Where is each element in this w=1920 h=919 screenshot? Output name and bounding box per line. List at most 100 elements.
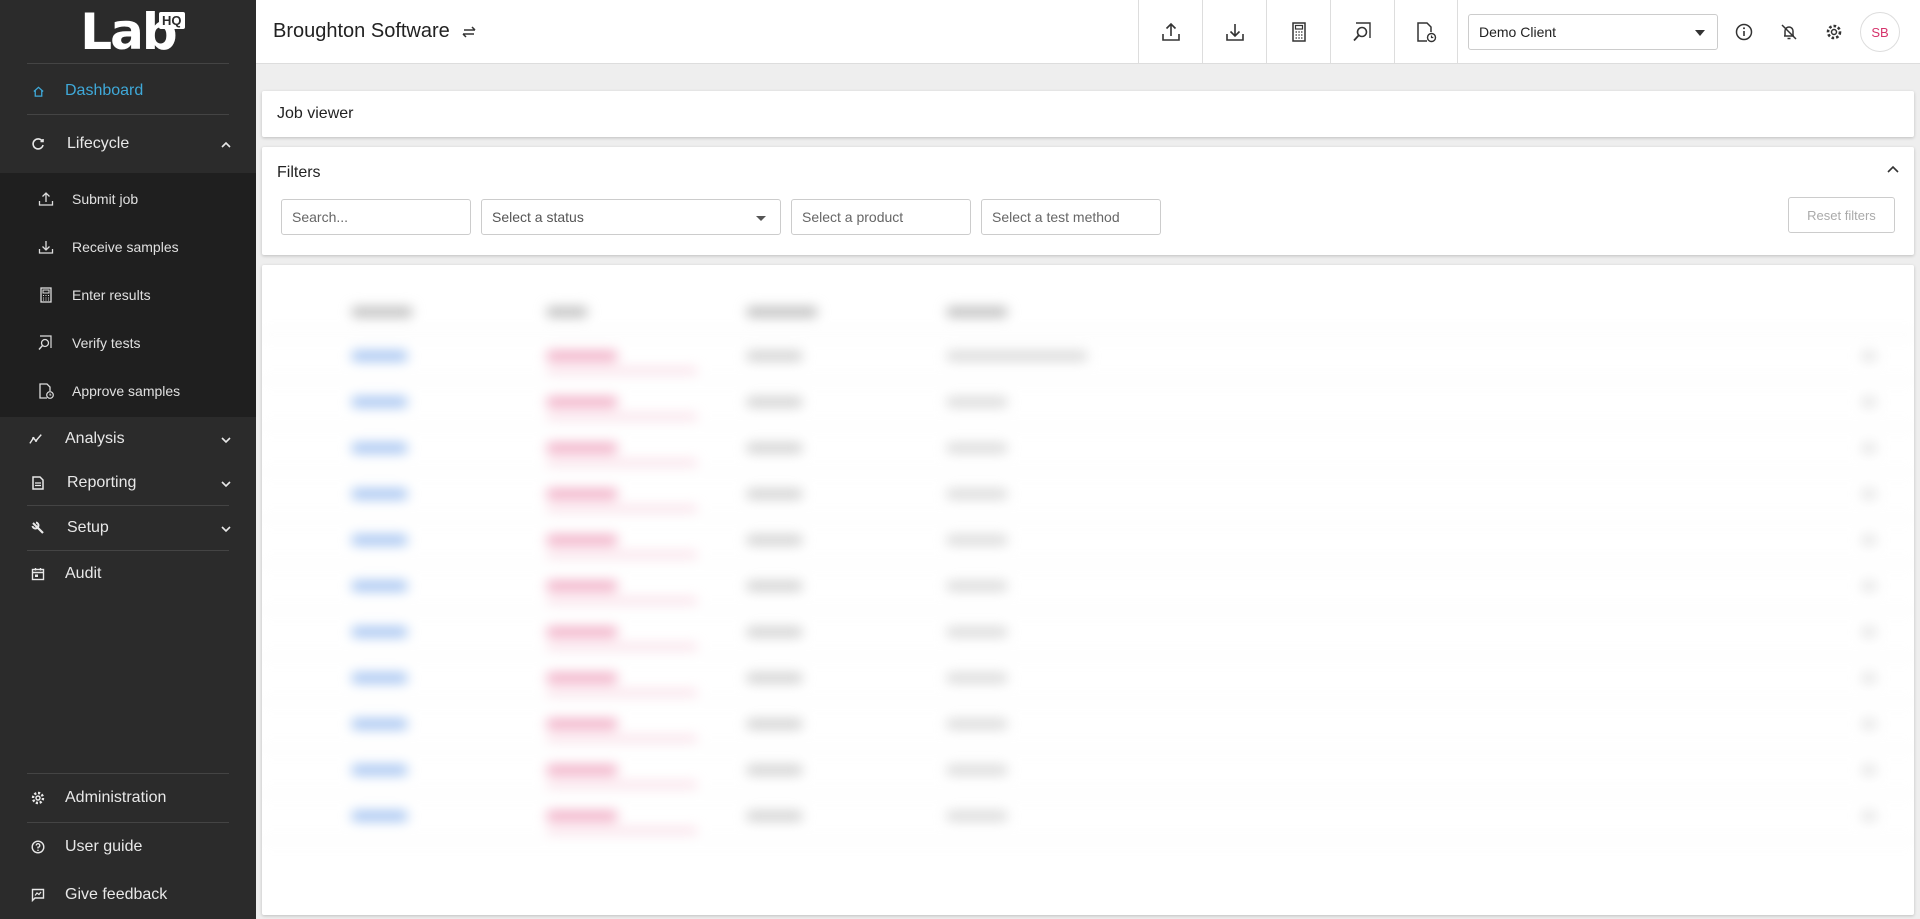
row-cell [547,719,617,729]
row-cell [747,489,802,499]
row-cell [747,581,802,591]
row-cell [547,765,617,775]
row-cell [352,535,407,545]
column-header [947,307,1007,317]
table-row[interactable] [262,657,1914,703]
help-icon [31,840,45,854]
row-cell [747,719,802,729]
logo[interactable]: Lab HQ [27,0,229,64]
verify-button[interactable] [1330,0,1394,64]
reset-filters-button[interactable]: Reset filters [1788,197,1895,233]
company-switcher[interactable]: Broughton Software [273,20,478,43]
row-cell [947,351,1087,361]
search-input[interactable] [281,199,471,235]
row-cell [747,811,802,821]
row-cell [1862,351,1876,361]
wrench-icon [31,521,45,535]
row-cell [352,719,407,729]
table-row[interactable] [262,381,1914,427]
status-underline [547,829,697,832]
nav-receive-samples[interactable]: Receive samples [0,223,256,271]
info-button[interactable] [1732,20,1756,44]
status-underline [547,691,697,694]
nav-lifecycle[interactable]: Lifecycle [0,115,256,173]
row-cell [947,811,1007,821]
row-cell [1862,673,1876,683]
sidebar-bottom: Administration User guide Give feedback [0,773,256,919]
notifications-off-button[interactable] [1777,20,1801,44]
table-row[interactable] [262,703,1914,749]
table-row[interactable] [262,565,1914,611]
row-cell [547,627,617,637]
nav-setup[interactable]: Setup [0,506,256,550]
nav-administration[interactable]: Administration [0,774,256,822]
row-cell [352,765,407,775]
product-input[interactable] [791,199,971,235]
test-method-input[interactable] [981,199,1161,235]
chevron-down-icon [220,522,232,534]
row-cell [947,397,1007,407]
chevron-down-icon [220,433,232,445]
client-select[interactable]: Demo Client [1468,14,1718,50]
jobs-table [262,265,1914,915]
table-row[interactable] [262,473,1914,519]
caret-down-icon [756,216,766,221]
nav-give-feedback[interactable]: Give feedback [0,871,256,919]
row-cell [352,627,407,637]
user-avatar[interactable]: SB [1860,12,1900,52]
row-cell [1862,489,1876,499]
nav-verify-tests[interactable]: Verify tests [0,319,256,367]
download-button[interactable] [1202,0,1266,64]
row-cell [947,627,1007,637]
table-row[interactable] [262,519,1914,565]
status-underline [547,415,697,418]
table-row[interactable] [262,611,1914,657]
feedback-icon [31,888,45,902]
nav-user-guide[interactable]: User guide [0,823,256,871]
lifecycle-submenu: Submit job Receive samples Enter results… [0,173,256,417]
status-underline [547,461,697,464]
nav-reporting[interactable]: Reporting [0,461,256,505]
row-cell [547,489,617,499]
row-cell [747,627,802,637]
approve-button[interactable] [1394,0,1458,64]
nav-audit[interactable]: Audit [0,551,256,597]
table-row[interactable] [262,795,1914,841]
verify-search-icon [1352,22,1371,42]
settings-button[interactable] [1822,20,1846,44]
status-select[interactable]: Select a status [481,199,781,235]
nav-approve-samples[interactable]: Approve samples [0,367,256,415]
nav-submit-job[interactable]: Submit job [0,175,256,223]
table-row[interactable] [262,427,1914,473]
main-content: Job viewer Filters Select a status Reset… [256,64,1920,919]
calculator-icon [1291,22,1306,42]
row-cell [747,351,802,361]
nav-enter-results[interactable]: Enter results [0,271,256,319]
upload-icon [1161,22,1180,41]
client-select-value: Demo Client [1479,24,1557,40]
upload-button[interactable] [1138,0,1202,64]
row-cell [947,489,1007,499]
nav-dashboard[interactable]: Dashboard [0,68,256,114]
chevron-up-icon[interactable] [1884,161,1902,179]
chevron-up-icon [220,138,232,150]
swap-icon[interactable] [460,23,478,41]
calculator-button[interactable] [1266,0,1330,64]
nav-dashboard-label: Dashboard [65,82,144,99]
status-underline [547,645,697,648]
table-row[interactable] [262,749,1914,795]
nav-receive-samples-label: Receive samples [72,239,179,255]
row-cell [747,535,802,545]
download-icon [1225,24,1244,41]
calendar-icon [31,567,45,581]
row-cell [747,443,802,453]
table-row[interactable] [262,335,1914,381]
nav-enter-results-label: Enter results [72,287,151,303]
page-title: Job viewer [277,105,354,122]
home-icon [31,84,45,98]
column-header [747,307,817,317]
row-cell [352,397,407,407]
nav-audit-label: Audit [65,565,102,582]
nav-analysis[interactable]: Analysis [0,417,256,461]
row-cell [1862,811,1876,821]
